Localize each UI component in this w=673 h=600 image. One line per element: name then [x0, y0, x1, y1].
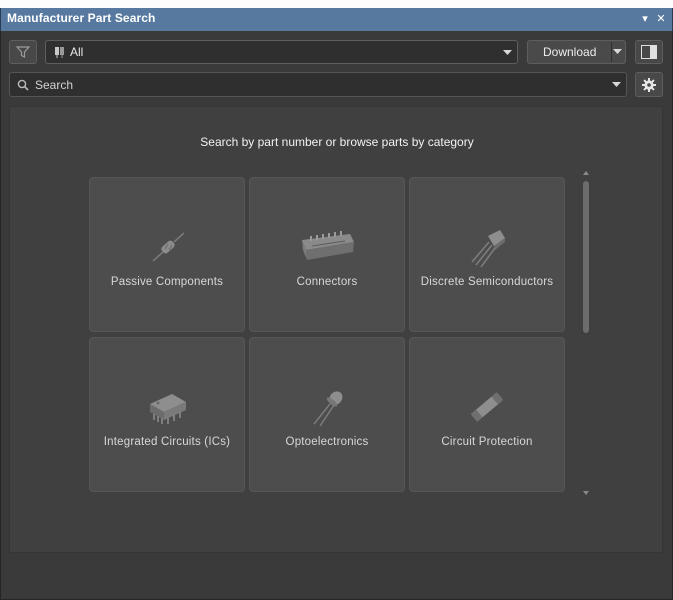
category-tile-integrated-circuits[interactable]: Integrated Circuits (ICs): [89, 337, 245, 492]
gear-icon: [642, 78, 656, 92]
panel-title: Manufacturer Part Search: [7, 11, 156, 25]
category-label: Discrete Semiconductors: [420, 276, 554, 288]
close-button[interactable]: ✕: [654, 12, 668, 26]
source-dropdown[interactable]: All: [45, 40, 518, 64]
category-label: Integrated Circuits (ICs): [103, 436, 231, 448]
split-divider: [611, 42, 612, 62]
download-dropdown-chevron-icon[interactable]: [613, 49, 622, 55]
panel-menu-button[interactable]: ▾: [638, 12, 652, 26]
ic-chip-icon: [150, 394, 186, 424]
category-tile-discrete-semiconductors[interactable]: Discrete Semiconductors: [409, 177, 565, 332]
panel-titlebar[interactable]: Manufacturer Part Search ▾ ✕: [0, 8, 673, 31]
download-button-label: Download: [543, 45, 597, 59]
settings-button[interactable]: [635, 72, 663, 97]
browse-heading: Search by part number or browse parts by…: [200, 135, 474, 149]
connector-icon: [302, 231, 354, 260]
search-icon: [17, 79, 29, 91]
category-scrollbar[interactable]: [580, 169, 592, 499]
scroll-up-arrow-icon[interactable]: [582, 169, 590, 177]
filter-button[interactable]: [9, 40, 37, 64]
side-panel-icon: [641, 45, 657, 59]
search-history-chevron-icon[interactable]: [612, 82, 621, 88]
resistor-icon: [152, 232, 185, 262]
source-dropdown-value: All: [70, 45, 84, 59]
window-top-edge: [0, 0, 673, 8]
category-tile-optoelectronics[interactable]: Optoelectronics: [249, 337, 405, 492]
search-input[interactable]: [35, 76, 595, 93]
chevron-down-icon: [503, 50, 512, 55]
category-label: Optoelectronics: [285, 436, 369, 448]
category-tile-connectors[interactable]: Connectors: [249, 177, 405, 332]
category-browser: Search by part number or browse parts by…: [9, 106, 663, 553]
led-icon: [313, 391, 343, 427]
toggle-details-pane-button[interactable]: [635, 40, 663, 64]
fuse-icon: [470, 392, 504, 422]
scroll-down-arrow-icon[interactable]: [582, 489, 590, 497]
category-label: Circuit Protection: [441, 436, 533, 448]
category-tile-circuit-protection[interactable]: Circuit Protection: [409, 337, 565, 492]
category-tile-passive-components[interactable]: Passive Components: [89, 177, 245, 332]
category-label: Passive Components: [110, 276, 224, 288]
download-button[interactable]: Download: [527, 40, 626, 64]
filter-icon: [16, 46, 30, 58]
category-label: Connectors: [296, 276, 358, 288]
scrollbar-thumb[interactable]: [583, 181, 589, 333]
parts-source-icon: [55, 47, 64, 58]
search-bar[interactable]: [9, 72, 627, 97]
transistor-icon: [471, 230, 505, 268]
